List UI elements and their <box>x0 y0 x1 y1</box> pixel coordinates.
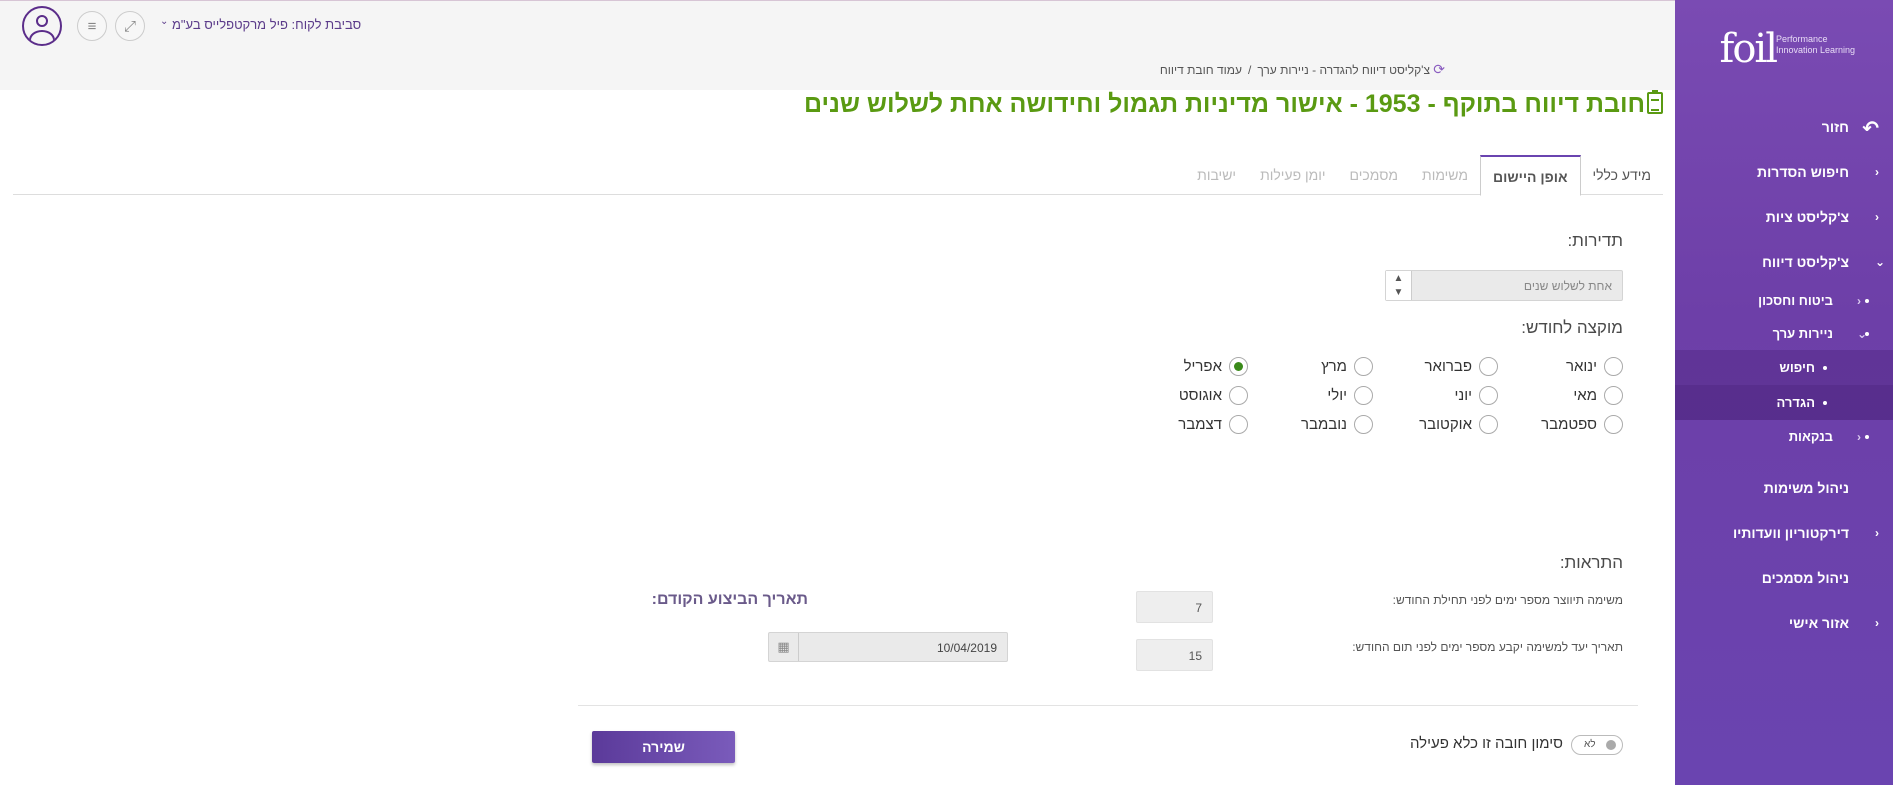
breadcrumb-link-checklist[interactable]: צ'קליסט דיווח להגדרה - ניירות ערך <box>1257 63 1430 77</box>
sidebar-subsubitem-definition[interactable]: הגדרה <box>1667 385 1893 420</box>
chevron-left-icon: ‹ <box>1857 293 1861 308</box>
tab-documents[interactable]: מסמכים <box>1338 155 1410 195</box>
clipboard-icon <box>1647 90 1663 114</box>
breadcrumb-current: עמוד חובת דיווח <box>1159 63 1242 77</box>
radio-month-june[interactable]: יוני <box>1454 386 1498 405</box>
sidebar: foil Performance Innovation Learning ↶ ח… <box>1667 0 1893 785</box>
sidebar-subitem-insurance[interactable]: ביטוח וחסכון ‹ <box>1675 284 1893 317</box>
chevron-down-icon: ⌄ <box>1857 326 1868 341</box>
toggle-label-no: לא <box>1584 739 1596 750</box>
radio-month-march[interactable]: מרץ <box>1321 357 1373 376</box>
tab-tasks[interactable]: משימות <box>1410 155 1480 195</box>
sidebar-item-back[interactable]: ↶ חזור <box>1675 104 1893 149</box>
radio-month-july[interactable]: יולי <box>1327 386 1373 405</box>
client-selector[interactable]: סביבת לקוח: פיל מרקטפלייס בע"מ <box>172 17 361 32</box>
previous-date-value: 10/04/2019 <box>936 641 997 655</box>
radio-month-december[interactable]: דצמבר <box>1178 415 1248 434</box>
save-button[interactable]: שמירה <box>592 731 735 763</box>
sidebar-item-task-management[interactable]: ניהול משימות <box>1675 465 1893 510</box>
sidebar-item-board[interactable]: דירקטוריון וועדותיו ‹ <box>1675 510 1893 555</box>
frequency-value: אחת לשלוש שנים <box>1523 279 1612 293</box>
tab-implementation[interactable]: אופן היישום <box>1480 155 1581 196</box>
due-days-label: תאריך יעד למשימה יקבע מספר ימים לפני תום… <box>1352 640 1623 654</box>
radio-month-september[interactable]: ספטמבר <box>1541 415 1623 434</box>
sidebar-item-label: חיפוש הסדרות <box>1757 163 1849 180</box>
user-avatar-icon[interactable] <box>22 6 62 46</box>
breadcrumb: צ'קליסט דיווח להגדרה - ניירות ערך/עמוד ח… <box>1159 63 1430 77</box>
frequency-select[interactable]: אחת לשלוש שנים ▲ ▼ <box>1385 270 1623 301</box>
sidebar-subsubitem-search[interactable]: חיפוש <box>1675 350 1893 385</box>
inactive-toggle[interactable]: לא <box>1571 735 1623 755</box>
menu-icon[interactable]: ≡ <box>77 11 107 41</box>
tab-activity-log[interactable]: יומן פעילות <box>1248 155 1337 195</box>
sidebar-subsubitem-label: הגדרה <box>1776 395 1815 410</box>
sidebar-subsubitem-label: חיפוש <box>1779 360 1815 375</box>
task-days-label: משימה תיווצר מספר ימים לפני תחילת החודש: <box>1392 593 1623 607</box>
logo: foil Performance Innovation Learning <box>1708 26 1858 76</box>
tab-general-info[interactable]: מידע כללי <box>1581 155 1663 195</box>
chevron-down-icon[interactable]: ⌄ <box>160 16 168 27</box>
sidebar-item-personal-area[interactable]: אזור אישי ‹ <box>1675 600 1893 645</box>
sidebar-subitem-label: בנקאות <box>1788 429 1833 444</box>
alerts-label: התראות: <box>1559 553 1623 572</box>
updown-arrows-icon: ▲ ▼ <box>1386 271 1412 300</box>
refresh-icon[interactable]: ⟳ <box>1433 61 1445 78</box>
sidebar-item-label: ניהול מסמכים <box>1761 569 1849 586</box>
sidebar-subitem-label: ניירות ערך <box>1772 326 1833 341</box>
chevron-down-icon: ⌄ <box>1875 254 1886 269</box>
page-title: חובת דיווח בתוקף - 1953 - אישור מדיניות … <box>804 90 1645 118</box>
chevron-left-icon: ‹ <box>1857 429 1861 444</box>
sidebar-item-reporting-checklist[interactable]: צ'קליסט דיווח ⌄ <box>1675 239 1893 284</box>
divider <box>578 705 1638 706</box>
radio-month-august[interactable]: אוגוסט <box>1179 386 1248 405</box>
sidebar-item-label: אזור אישי <box>1788 614 1849 631</box>
fullscreen-icon[interactable]: ⤢ <box>115 11 145 41</box>
sidebar-item-search-regulations[interactable]: חיפוש הסדרות ‹ <box>1675 149 1893 194</box>
sidebar-subitem-banking[interactable]: בנקאות ‹ <box>1675 420 1893 453</box>
sidebar-nav: ↶ חזור חיפוש הסדרות ‹ צ'קליסט ציות ‹ צ'ק… <box>1667 104 1893 645</box>
sidebar-item-label: צ'קליסט דיווח <box>1762 253 1849 270</box>
chevron-left-icon: ‹ <box>1875 615 1879 630</box>
radio-month-april[interactable]: אפריל <box>1184 357 1248 376</box>
previous-date-label: תאריך הביצוע הקודם: <box>651 591 808 608</box>
toggle-knob <box>1606 740 1616 750</box>
sidebar-item-compliance-checklist[interactable]: צ'קליסט ציות ‹ <box>1675 194 1893 239</box>
radio-month-may[interactable]: מאי <box>1573 386 1623 405</box>
radio-month-january[interactable]: ינואר <box>1566 357 1623 376</box>
back-arrow-icon: ↶ <box>1862 118 1879 140</box>
sidebar-item-label: דירקטוריון וועדותיו <box>1732 524 1849 541</box>
sidebar-subitem-label: ביטוח וחסכון <box>1758 293 1833 308</box>
logo-mark: foil <box>1719 26 1779 72</box>
radio-month-february[interactable]: פברואר <box>1425 357 1498 376</box>
sidebar-item-document-management[interactable]: ניהול מסמכים <box>1675 555 1893 600</box>
sidebar-item-label: חזור <box>1821 118 1849 135</box>
chevron-left-icon: ‹ <box>1875 209 1879 224</box>
previous-date-input[interactable]: 10/04/2019 ▦ <box>768 632 1008 662</box>
task-days-input[interactable]: 7 <box>1136 591 1213 623</box>
tab-meetings[interactable]: ישיבות <box>1185 155 1248 195</box>
chevron-left-icon: ‹ <box>1875 525 1879 540</box>
frequency-label: תדירות: <box>1567 231 1623 250</box>
logo-tagline: Performance Innovation Learning <box>1776 34 1856 55</box>
radio-month-october[interactable]: אוקטובר <box>1419 415 1498 434</box>
radio-month-november[interactable]: נובמבר <box>1301 415 1373 434</box>
due-days-input[interactable]: 15 <box>1136 639 1213 671</box>
sidebar-subitem-securities[interactable]: ניירות ערך ⌄ <box>1675 317 1893 350</box>
month-label: מוקצה לחודש: <box>1521 318 1623 337</box>
sidebar-item-label: צ'קליסט ציות <box>1765 208 1849 225</box>
tab-bar: מידע כללי אופן היישום משימות מסמכים יומן… <box>13 155 1663 196</box>
top-header: ≡ ⤢ ⌄ סביבת לקוח: פיל מרקטפלייס בע"מ ⟳ צ… <box>0 0 1675 90</box>
sidebar-item-label: ניהול משימות <box>1763 479 1849 496</box>
calendar-icon[interactable]: ▦ <box>769 633 799 661</box>
inactive-label: סימון חובה זו כלא פעילה <box>1409 735 1563 752</box>
chevron-left-icon: ‹ <box>1875 164 1879 179</box>
